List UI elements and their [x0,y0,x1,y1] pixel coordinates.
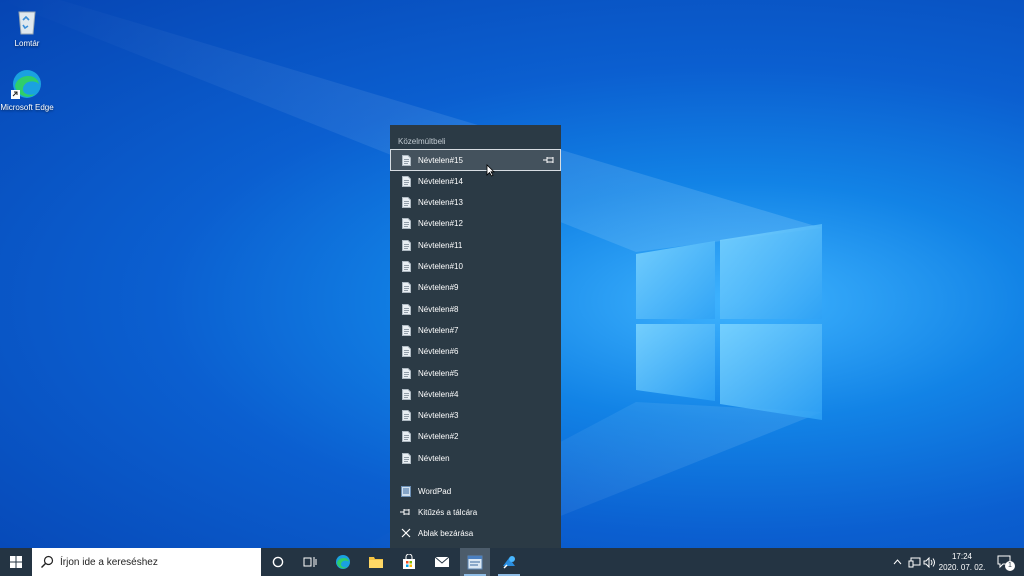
recent-item[interactable]: Névtelen#10 [391,257,560,277]
recent-item-label: Névtelen#12 [418,219,463,229]
task-wordpad[interactable]: WordPad [391,481,560,501]
document-icon [399,409,413,423]
pin-icon [399,505,413,519]
document-icon [399,238,413,252]
desktop-icon-recycle-bin[interactable]: Lomtár [0,4,57,49]
recent-item-label: Névtelen#5 [418,368,459,378]
taskbar-mail-button[interactable] [427,548,457,576]
recent-item-label: Névtelen#11 [418,240,463,250]
recent-item-label: Névtelen#14 [418,176,463,186]
paint3d-icon [503,556,515,569]
chevron-up-icon [893,559,901,565]
recent-item[interactable]: Névtelen#9 [391,278,560,298]
recent-item-label: Névtelen#15 [418,155,463,165]
document-icon [399,430,413,444]
desktop-icon-edge[interactable]: Microsoft Edge [0,68,57,113]
search-icon [41,555,54,568]
mouse-cursor [486,164,495,177]
recent-item-label: Névtelen#4 [418,389,459,399]
wordpad-icon [399,484,413,498]
task-view-button[interactable] [295,548,325,576]
taskbar-search-box[interactable]: Írjon ide a kereséshez [32,548,261,576]
windows-start-icon [10,556,22,568]
task-pin-to-taskbar[interactable]: Kitűzés a tálcára [391,502,560,522]
taskbar-paint3d-button[interactable] [494,548,524,576]
recent-item[interactable]: Névtelen#11 [391,235,560,255]
task-label: Ablak bezárása [418,528,474,538]
recent-item-label: Névtelen#7 [418,325,459,335]
document-icon [399,153,413,167]
wordpad-icon [467,555,483,569]
document-icon [399,302,413,316]
task-view-icon [303,557,317,567]
cortana-button[interactable] [263,548,293,576]
desktop-icon-label: Microsoft Edge [0,103,54,112]
network-icon [908,557,920,567]
document-icon [399,366,413,380]
task-label: Kitűzés a tálcára [418,507,478,517]
document-icon [399,281,413,295]
document-icon [399,345,413,359]
recent-item[interactable]: Névtelen#2 [391,427,560,447]
recent-item-label: Névtelen#8 [418,304,459,314]
recent-item[interactable]: Névtelen#7 [391,320,560,340]
cortana-icon [272,556,284,568]
taskbar-clock[interactable]: 17:24 2020. 07. 02. [934,551,990,573]
task-close-window[interactable]: Ablak bezárása [391,523,560,543]
search-placeholder: Írjon ide a kereséshez [60,556,158,568]
task-label: WordPad [418,486,452,496]
recent-item-label: Névtelen#6 [418,347,459,357]
clock-date: 2020. 07. 02. [938,563,986,572]
recycle-bin-icon [11,4,43,36]
recent-item[interactable]: Névtelen#5 [391,363,560,383]
taskbar-store-button[interactable] [394,548,424,576]
recent-item[interactable]: Névtelen#4 [391,384,560,404]
taskbar-wordpad-button[interactable] [460,548,490,576]
recent-item-label: Névtelen#2 [418,432,459,442]
mail-icon [434,556,450,567]
document-icon [399,451,413,465]
recent-item[interactable]: Névtelen#8 [391,299,560,319]
desktop-icon-label: Lomtár [14,39,40,48]
recent-item-label: Névtelen#10 [418,262,463,271]
recent-item-label: Névtelen [418,453,450,463]
windows-logo-wallpaper [636,224,822,420]
close-icon [399,526,413,540]
edge-icon [11,68,43,100]
network-tray-button[interactable] [906,548,922,576]
document-icon [399,387,413,401]
document-icon [399,260,413,274]
recent-item[interactable]: Névtelen#13 [391,193,560,213]
document-icon [399,196,413,210]
recent-item[interactable]: Névtelen#14 [391,171,560,191]
recent-item[interactable]: Névtelen#3 [391,406,560,426]
store-icon [403,554,415,569]
recent-item-label: Névtelen#3 [418,411,459,421]
taskbar: Írjon ide a kereséshez 17:24 2020. 07. 0… [0,548,1024,576]
file-explorer-icon [369,557,383,568]
action-center-button[interactable]: 1 [994,548,1016,576]
recent-item[interactable]: Névtelen#12 [391,214,560,234]
recent-item-label: Névtelen#9 [418,283,459,293]
document-icon [399,174,413,188]
recent-item-label: Névtelen#13 [418,198,463,208]
recent-item[interactable]: Névtelen#15 [390,149,561,171]
start-button[interactable] [0,548,32,576]
document-icon [399,217,413,231]
taskbar-file-explorer-button[interactable] [361,548,391,576]
show-hidden-icons-button[interactable] [890,548,904,576]
jump-list-header: Közelmúltbeli [398,137,446,146]
clock-time: 17:24 [951,552,973,561]
jump-list: Közelmúltbeli Névtelen#15 Névtelen#14 Névt… [390,125,561,548]
recent-item[interactable]: Névtelen#6 [391,342,560,362]
recent-item[interactable]: Névtelen [391,448,560,468]
pin-icon[interactable] [542,153,556,167]
document-icon [399,323,413,337]
notification-count-badge: 1 [1005,561,1015,571]
taskbar-edge-button[interactable] [328,548,358,576]
edge-icon [336,555,350,569]
